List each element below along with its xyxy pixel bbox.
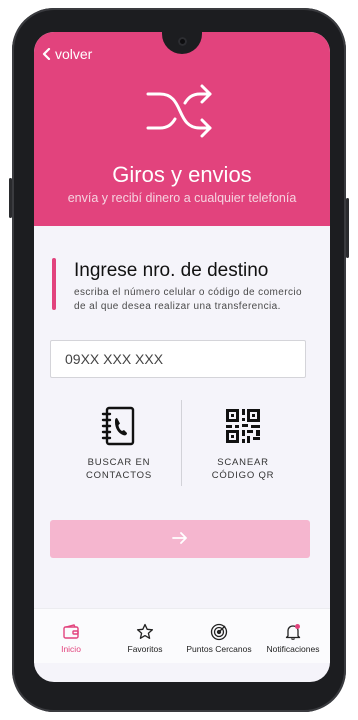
bell-icon — [285, 624, 301, 640]
search-contacts-line1: BUSCAR EN — [87, 457, 151, 468]
bottom-tab-bar: Inicio Favoritos Puntos Cercanos Notific… — [34, 608, 330, 663]
scan-qr-line1: SCANEAR — [217, 457, 269, 468]
tab-label-inicio: Inicio — [61, 644, 81, 654]
section-description: escriba el número celular o código de co… — [74, 287, 302, 312]
camera-icon — [178, 37, 187, 46]
scan-qr-button[interactable]: SCANEAR CÓDIGO QR — [188, 406, 298, 482]
qr-code-icon — [226, 409, 260, 443]
search-contacts-line2: CONTACTOS — [86, 470, 152, 481]
tab-label-puntos-cercanos: Puntos Cercanos — [186, 644, 252, 654]
scan-qr-line2: CÓDIGO QR — [211, 470, 275, 481]
tab-notificaciones[interactable]: Notificaciones — [256, 609, 330, 663]
target-icon — [210, 623, 228, 641]
page-subtitle: envía y recibí dinero a cualquier telefo… — [67, 191, 297, 205]
tab-puntos-cercanos[interactable]: Puntos Cercanos — [182, 609, 256, 663]
chevron-left-icon — [42, 48, 51, 60]
search-contacts-button[interactable]: BUSCAR EN CONTACTOS — [64, 406, 174, 482]
tab-label-favoritos: Favoritos — [127, 644, 163, 654]
app-screen: volver Giros y envios envía y recibí din… — [34, 32, 330, 682]
continue-button[interactable] — [50, 520, 310, 558]
contacts-book-icon — [101, 406, 135, 446]
page-title: Giros y envios — [112, 162, 252, 187]
arrow-right-icon — [172, 531, 187, 544]
volume-button — [9, 178, 12, 218]
power-button — [346, 198, 349, 258]
tab-label-notificaciones: Notificaciones — [266, 644, 320, 654]
phone-number-input[interactable] — [50, 340, 306, 378]
options-divider — [181, 400, 182, 486]
star-icon — [136, 623, 154, 639]
back-label: volver — [55, 46, 93, 62]
tab-favoritos[interactable]: Favoritos — [108, 609, 182, 663]
tab-inicio[interactable]: Inicio — [34, 609, 108, 663]
header: volver Giros y envios envía y recibí din… — [34, 32, 330, 226]
wallet-icon — [63, 624, 79, 639]
shuffle-icon — [146, 84, 212, 138]
section-heading: Ingrese nro. de destino — [74, 260, 269, 281]
accent-bar — [52, 258, 56, 310]
back-button[interactable]: volver — [42, 46, 92, 62]
